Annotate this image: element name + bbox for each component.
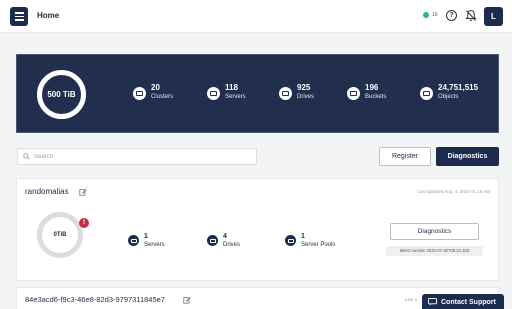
stat-value: 4 — [223, 233, 227, 240]
chat-icon — [428, 298, 437, 306]
health-status-icon — [423, 12, 429, 18]
stat-value: 1 — [144, 233, 148, 240]
server-icon — [128, 235, 139, 246]
diagnostics-button[interactable]: Diagnostics — [436, 147, 499, 166]
avatar[interactable]: L — [484, 7, 503, 26]
stat-label: Servers — [225, 94, 246, 100]
health-count: 16 — [432, 12, 438, 18]
bucket-icon — [347, 87, 360, 100]
version-badge: MinIO version 2022-07-30T05:21:40Z — [386, 246, 483, 256]
search-input[interactable] — [34, 153, 234, 160]
contact-support-label: Contact Support — [441, 298, 496, 306]
usage-value: 0TiB — [53, 232, 67, 238]
search-icon — [23, 153, 30, 160]
stat-label: Servers — [144, 242, 165, 248]
stat-label: Server Pools — [301, 242, 336, 248]
drive-count: 4 Drives — [207, 232, 240, 249]
drive-icon — [207, 235, 218, 246]
register-button[interactable]: Register — [379, 147, 431, 166]
server-name: 84e3acd6-f9c3-46e8-82d3-9797311845e7 — [25, 295, 165, 304]
stat-value: 20 — [151, 83, 160, 92]
capacity-ring: 500 TiB — [37, 70, 86, 119]
menu-button[interactable] — [10, 7, 28, 26]
capacity-value: 500 TiB — [47, 90, 76, 99]
stat-label: Drives — [297, 94, 315, 100]
page-title: Home — [37, 11, 60, 20]
health-indicator[interactable]: 16 — [423, 12, 438, 18]
server-pool-icon — [285, 235, 296, 246]
pool-count: 1 Server Pools — [285, 232, 335, 249]
alert-icon: ! — [79, 218, 89, 228]
cluster-icon — [133, 87, 146, 100]
help-icon[interactable]: ? — [446, 10, 457, 21]
stat-label: Buckets — [365, 94, 387, 100]
last-updated: Last u — [405, 297, 418, 302]
stat-label: Drives — [223, 242, 241, 248]
object-icon — [420, 87, 433, 100]
stat-label: Objects — [438, 94, 459, 100]
stat-clusters: 20 Clusters — [133, 83, 173, 101]
usage-ring: 0TiB — [37, 212, 83, 258]
stat-buckets: 196 Buckets — [347, 83, 386, 101]
edit-icon[interactable] — [183, 296, 191, 304]
server-card: randomalias Last updated Aug. 4, 2022 01… — [16, 178, 499, 281]
stat-value: 24,751,515 — [438, 83, 479, 92]
summary-banner: 500 TiB 20 Clusters 118 Servers 925 Drives … — [16, 54, 499, 133]
stat-drives: 925 Drives — [279, 83, 314, 101]
stat-objects: 24,751,515 Objects — [420, 83, 478, 101]
top-bar: Home 16 ? L — [0, 0, 512, 33]
stat-label: Clusters — [151, 94, 174, 100]
stat-servers: 118 Servers — [207, 83, 246, 101]
drive-icon — [279, 87, 292, 100]
last-updated: Last updated Aug. 4, 2022 01:19 AM — [417, 189, 490, 194]
stat-value: 925 — [297, 83, 311, 92]
bell-muted-icon[interactable] — [465, 9, 477, 22]
stat-value: 118 — [225, 83, 238, 92]
server-icon — [207, 87, 220, 100]
server-diagnostics-button[interactable]: Diagnostics — [390, 223, 479, 240]
search-box[interactable] — [17, 148, 257, 165]
stat-value: 1 — [301, 233, 305, 240]
stat-value: 196 — [365, 83, 379, 92]
edit-icon[interactable] — [79, 188, 87, 196]
server-name: randomalias — [25, 187, 69, 196]
server-count: 1 Servers — [128, 232, 165, 249]
contact-support-button[interactable]: Contact Support — [422, 294, 504, 309]
